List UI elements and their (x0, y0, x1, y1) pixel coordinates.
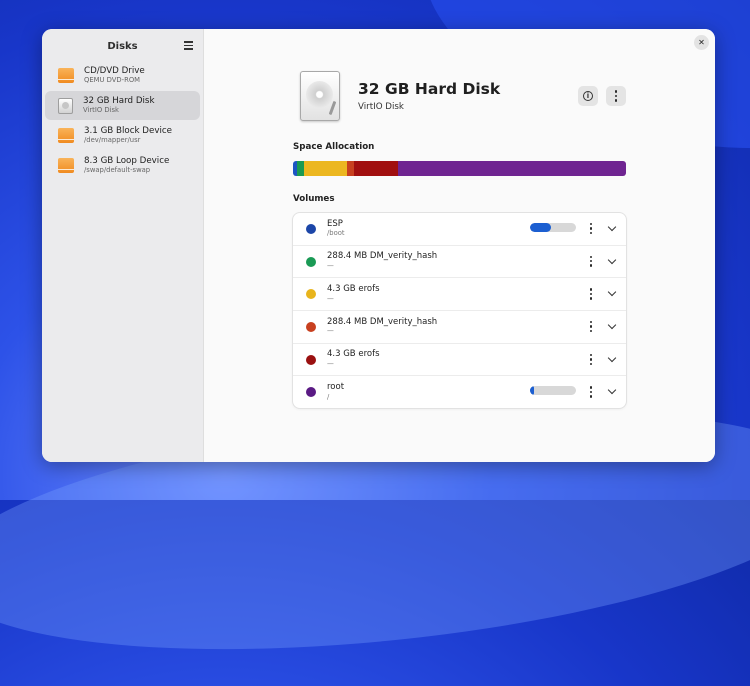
chevron-down-icon[interactable] (607, 222, 617, 232)
volume-row[interactable]: 4.3 GB erofs — (293, 278, 626, 312)
chevron-down-icon[interactable] (607, 320, 617, 330)
volume-mount: — (327, 360, 334, 369)
chevron-down-icon[interactable] (607, 288, 617, 297)
allocation-segment (347, 161, 354, 176)
volume-name: 288.4 MB DM_verity_hash (327, 251, 438, 262)
sidebar-item-label: 3.1 GB Block Device (84, 126, 172, 137)
optical-drive-icon (58, 68, 74, 83)
hard-disk-icon (58, 97, 73, 114)
device-list: CD/DVD Drive QEMU DVD-ROM 32 GB Hard Disk V… (42, 61, 203, 180)
chevron-down-icon[interactable] (607, 255, 617, 264)
volume-menu-icon[interactable] (590, 353, 593, 365)
volume-row[interactable]: 288.4 MB DM_verity_hash — (293, 246, 626, 279)
volume-menu-icon[interactable] (590, 386, 593, 398)
volume-usage-bar (530, 223, 576, 232)
chevron-down-icon[interactable] (607, 353, 617, 362)
hamburger-menu-icon[interactable] (181, 39, 195, 53)
main-pane: ✕ 32 GB Hard Disk VirtIO Disk i Space Al… (204, 29, 715, 462)
block-device-icon (58, 128, 74, 143)
volume-color-dot (306, 289, 316, 300)
sidebar-header: Disks (42, 33, 203, 59)
volume-mount: — (327, 262, 334, 270)
volume-menu-icon[interactable] (590, 321, 593, 333)
allocation-segment (397, 161, 626, 176)
allocation-segment (303, 161, 348, 176)
volume-color-dot (306, 223, 316, 234)
sidebar-item-device[interactable]: 32 GB Hard Disk VirtIO Disk (45, 91, 200, 120)
sidebar-item-sublabel: VirtIO Disk (83, 106, 119, 115)
sidebar-item-sublabel: /dev/mapper/usr (84, 136, 141, 145)
volume-name: 4.3 GB erofs (327, 283, 380, 294)
hard-disk-icon (300, 71, 340, 121)
disks-window: Disks CD/DVD Drive QEMU DVD-ROM 32 GB Hard… (42, 29, 715, 462)
sidebar-item-label: CD/DVD Drive (84, 66, 145, 77)
volume-name: 4.3 GB erofs (327, 349, 380, 360)
disk-title: 32 GB Hard Disk (358, 80, 501, 98)
allocation-segment (296, 161, 304, 176)
volume-color-dot (306, 354, 316, 365)
info-icon: i (583, 91, 593, 101)
sidebar-item-label: 32 GB Hard Disk (83, 96, 155, 107)
volume-mount: — (327, 294, 334, 303)
allocation-segment (353, 161, 398, 176)
volume-mount: /boot (327, 229, 345, 238)
space-allocation-bar (293, 161, 626, 176)
volume-name: 288.4 MB DM_verity_hash (327, 316, 438, 327)
volume-mount: — (327, 327, 334, 336)
kebab-menu-icon (614, 90, 618, 102)
volume-row[interactable]: ESP/boot (293, 213, 626, 246)
volume-row[interactable]: 288.4 MB DM_verity_hash — (293, 311, 626, 344)
volume-mount: / (327, 392, 330, 401)
volumes-title: Volumes (293, 194, 335, 204)
sidebar-item-device[interactable]: CD/DVD Drive QEMU DVD-ROM (45, 61, 200, 90)
space-allocation-title: Space Allocation (293, 142, 375, 152)
volume-name: root (327, 381, 345, 392)
volume-menu-icon[interactable] (590, 223, 593, 235)
volume-menu-icon[interactable] (590, 288, 593, 300)
volume-row[interactable]: 4.3 GB erofs — (293, 344, 626, 377)
close-button[interactable]: ✕ (694, 35, 709, 50)
disk-subtitle: VirtIO Disk (358, 102, 404, 112)
sidebar-item-label: 8.3 GB Loop Device (84, 156, 170, 167)
volume-menu-icon[interactable] (590, 255, 593, 267)
disk-header: 32 GB Hard Disk VirtIO Disk (300, 71, 500, 121)
sidebar-item-sublabel: /swap/default-swap (84, 166, 151, 175)
sidebar-title: Disks (107, 40, 138, 52)
loop-device-icon (58, 158, 74, 173)
sidebar-item-device[interactable]: 3.1 GB Block Device/dev/mapper/usr (45, 121, 200, 150)
sidebar-item-sublabel: QEMU DVD-ROM (84, 76, 141, 85)
sidebar: Disks CD/DVD Drive QEMU DVD-ROM 32 GB Hard… (42, 29, 204, 462)
sidebar-item-device[interactable]: 8.3 GB Loop Device/swap/default-swap (45, 151, 200, 180)
volume-row[interactable]: root / (293, 376, 626, 408)
volume-color-dot (306, 256, 316, 267)
disk-info-button[interactable]: i (578, 86, 598, 106)
disk-menu-button[interactable] (606, 86, 626, 106)
volume-usage-bar (530, 386, 576, 396)
volume-color-dot (306, 321, 316, 332)
volume-color-dot (306, 387, 316, 398)
volume-name: ESP (327, 218, 343, 229)
volume-list: ESP/boot 288.4 MB DM_verity_hash —4.3 GB e… (293, 213, 626, 409)
chevron-down-icon[interactable] (607, 386, 617, 395)
